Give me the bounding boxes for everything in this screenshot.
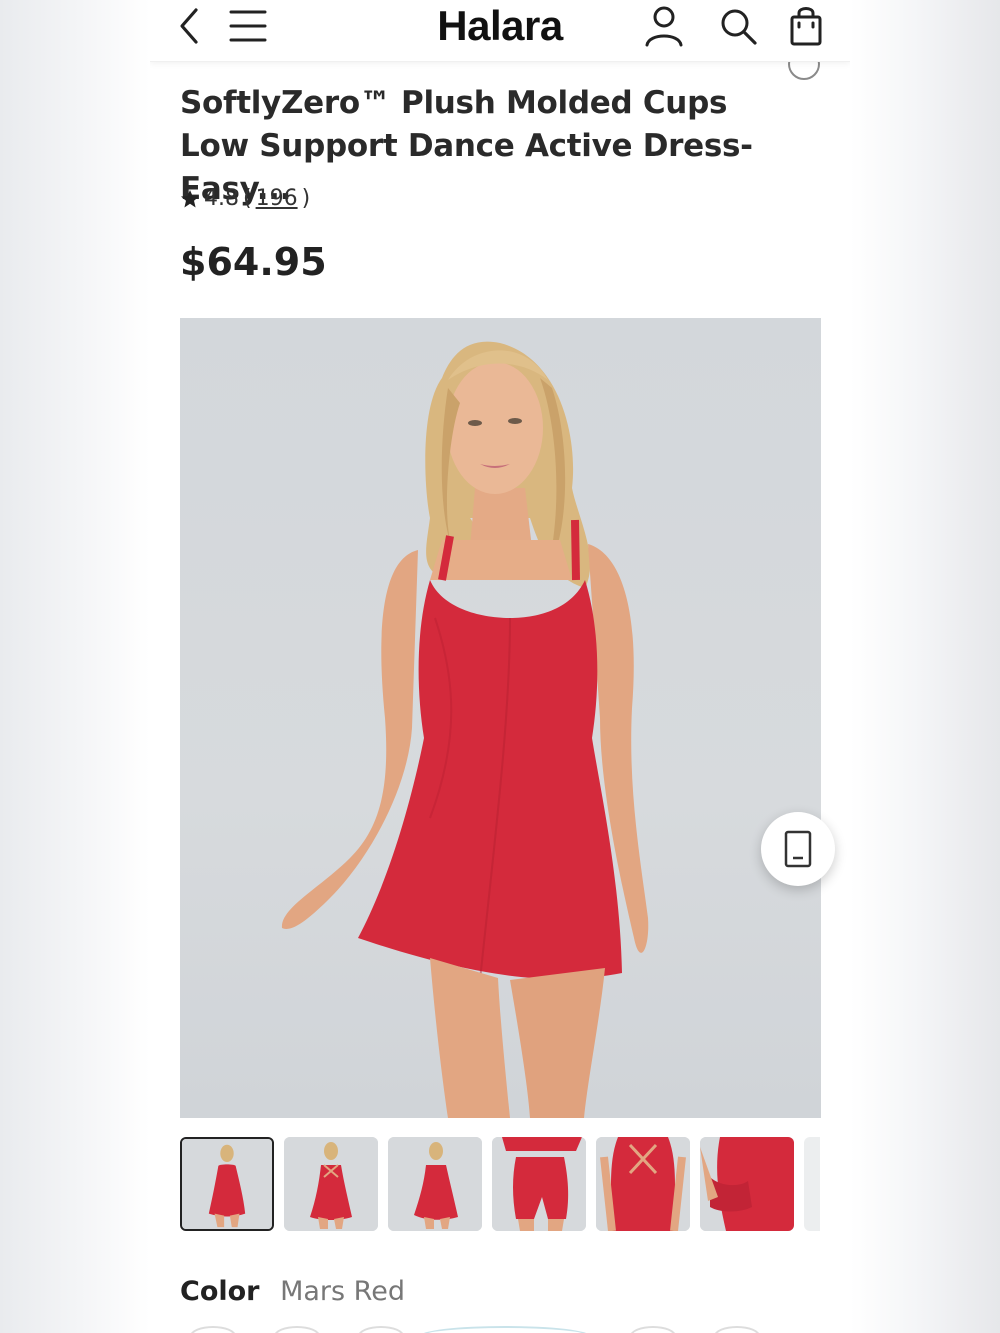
product-page: Halara SoftlyZero™ Plush Molded Cups Low… xyxy=(150,0,850,1333)
color-swatch-4[interactable] xyxy=(420,1326,590,1333)
color-swatch-1[interactable] xyxy=(190,1326,236,1333)
thumbnail-strip xyxy=(180,1137,820,1232)
thumbnail-5[interactable] xyxy=(596,1137,690,1231)
product-main-image[interactable] xyxy=(180,318,821,1118)
product-price: $64.95 xyxy=(180,240,327,284)
search-button[interactable] xyxy=(718,6,758,46)
rating-open-paren: ( xyxy=(243,186,252,211)
shopping-bag-icon xyxy=(790,7,822,46)
color-label: Color xyxy=(180,1276,260,1307)
phone-icon xyxy=(784,830,812,868)
account-button[interactable] xyxy=(644,6,684,47)
thumbnail-3[interactable] xyxy=(388,1137,482,1231)
thumbnail-1[interactable] xyxy=(180,1137,274,1231)
cart-button[interactable] xyxy=(786,6,826,46)
search-icon xyxy=(721,9,757,45)
thumbnail-6[interactable] xyxy=(700,1137,794,1231)
thumbnail-2[interactable] xyxy=(284,1137,378,1231)
product-rating: 4.8 ( 196 ) xyxy=(180,186,310,211)
top-navigation-bar: Halara xyxy=(150,0,850,62)
view-on-device-button[interactable] xyxy=(761,812,835,886)
color-swatch-5[interactable] xyxy=(630,1326,676,1333)
star-icon xyxy=(181,189,199,207)
color-swatch-6[interactable] xyxy=(714,1326,760,1333)
thumbnail-7[interactable] xyxy=(804,1137,820,1231)
rating-value: 4.8 xyxy=(204,186,239,211)
review-count-link[interactable]: 196 xyxy=(256,186,298,211)
color-selector-row: Color Mars Red xyxy=(180,1276,405,1307)
selected-color-name: Mars Red xyxy=(280,1276,405,1307)
user-icon xyxy=(645,6,683,47)
rating-close-paren: ) xyxy=(301,186,311,211)
model-illustration xyxy=(281,341,649,1118)
color-swatch-3[interactable] xyxy=(358,1326,404,1333)
thumbnail-4[interactable] xyxy=(492,1137,586,1231)
color-swatch-2[interactable] xyxy=(274,1326,320,1333)
